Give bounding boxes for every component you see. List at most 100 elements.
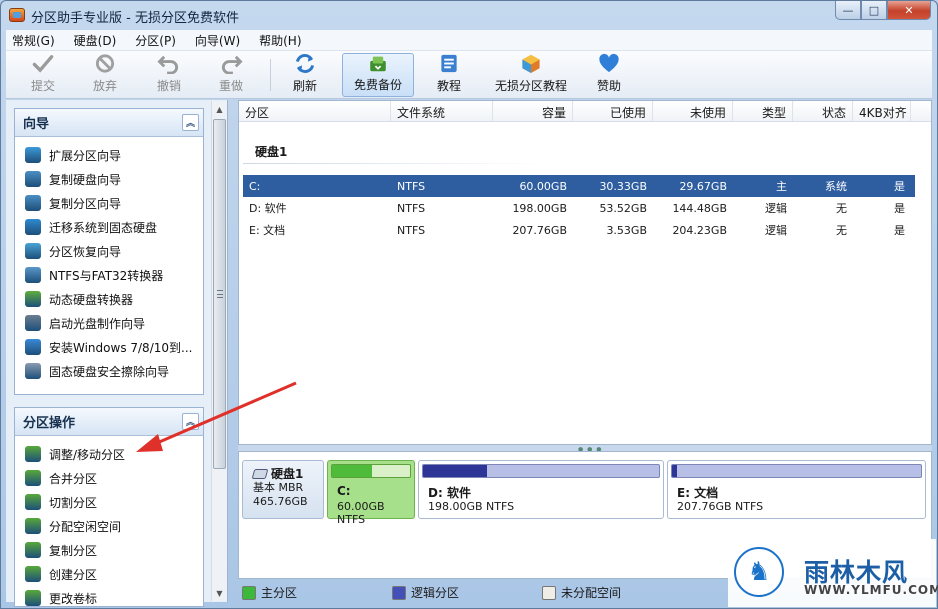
nav-item-boot-cd[interactable]: 启动光盘制作向导 — [15, 311, 203, 335]
partition-c-usage-fill — [332, 465, 372, 477]
discard-button[interactable]: 放弃 — [82, 53, 128, 97]
disk-map-partition-c[interactable]: C: 60.00GB NTFS — [327, 460, 415, 526]
cell-align: 是 — [894, 224, 905, 237]
commit-button[interactable]: 提交 — [20, 53, 66, 97]
cell-used: 3.53GB — [606, 223, 647, 237]
nav-item-label: 动态硬盘转换器 — [49, 292, 134, 307]
free-backup-button[interactable]: 免费备份 — [342, 53, 414, 97]
column-capacity[interactable]: 容量 — [493, 101, 573, 121]
wizard-section-header[interactable]: 向导 ︽ — [15, 109, 203, 137]
partition-e-name: E: 文档 — [677, 486, 719, 500]
backup-icon — [370, 56, 386, 72]
column-free[interactable]: 未使用 — [653, 101, 733, 121]
heart-icon — [599, 53, 619, 73]
disk-map-partition-d[interactable]: D: 软件 198.00GB NTFS — [418, 460, 664, 519]
legend-logical: 逻辑分区 — [392, 584, 459, 601]
partition-ops-header[interactable]: 分区操作 ︽ — [15, 408, 203, 436]
nav-item-copy-disk[interactable]: 复制硬盘向导 — [15, 167, 203, 191]
partition-d-info: 198.00GB NTFS — [428, 500, 515, 513]
menu-help[interactable]: 帮助(H) — [259, 32, 301, 49]
minimize-button[interactable]: — — [835, 1, 861, 20]
scroll-down-arrow-icon[interactable]: ▼ — [212, 585, 227, 601]
cell-status: 系统 — [825, 180, 847, 193]
nav-item-merge-partition[interactable]: 合并分区 — [15, 466, 203, 490]
scroll-up-arrow-icon[interactable]: ▲ — [212, 101, 227, 117]
wizard-collapse-button[interactable]: ︽ — [182, 114, 199, 131]
refresh-icon — [295, 54, 315, 73]
disk-group-divider — [243, 163, 551, 164]
partition-ops-section: 分区操作 ︽ 调整/移动分区合并分区切割分区分配空闲空间复制分区 创建分区 更改卷标 — [14, 407, 204, 607]
table-row[interactable]: E: 文档 NTFS 207.76GB 3.53GB 204.23GB 逻辑 无 是 — [243, 219, 915, 241]
nav-item-copy-partition-op[interactable]: 复制分区 — [15, 538, 203, 562]
partition-c-name: C: — [337, 484, 351, 498]
lossless-tutorial-button[interactable]: 无损分区教程 — [486, 53, 576, 97]
app-logo-icon — [9, 8, 25, 22]
partition-recovery-icon — [25, 243, 41, 259]
menu-disk[interactable]: 硬盘(D) — [74, 32, 117, 49]
column-type[interactable]: 类型 — [733, 101, 793, 121]
lossless-tutorial-icon — [522, 54, 540, 74]
title-bar[interactable]: 分区助手专业版 - 无损分区免费软件 — □ ✕ — [1, 1, 937, 29]
nav-item-label: 迁移系统到固态硬盘 — [49, 220, 158, 235]
nav-item-change-label[interactable]: 更改卷标 — [15, 586, 203, 608]
disk-map-partition-e[interactable]: E: 文档 207.76GB NTFS — [667, 460, 926, 519]
cell-free: 204.23GB — [672, 223, 727, 237]
left-panel-scrollbar[interactable]: ▲ ▼ — [211, 101, 227, 601]
menu-wizard[interactable]: 向导(W) — [195, 32, 240, 49]
disk-summary-box[interactable]: 硬盘1 基本 MBR 465.76GB — [242, 460, 324, 519]
nav-item-label: 复制分区向导 — [49, 196, 122, 211]
maximize-button[interactable]: □ — [861, 1, 887, 20]
refresh-button[interactable]: 刷新 — [282, 53, 328, 97]
tutorial-icon — [441, 54, 457, 73]
tutorial-button[interactable]: 教程 — [426, 53, 472, 97]
legend-logical-swatch — [392, 585, 406, 600]
column-used[interactable]: 已使用 — [573, 101, 653, 121]
nav-item-label: 分配空闲空间 — [49, 519, 122, 534]
partition-ops-collapse-button[interactable]: ︽ — [182, 413, 199, 430]
nav-item-migrate-ssd[interactable]: 迁移系统到固态硬盘 — [15, 215, 203, 239]
column-status[interactable]: 状态 — [793, 101, 853, 121]
menu-general[interactable]: 常规(G) — [12, 32, 55, 49]
nav-item-label: 扩展分区向导 — [49, 148, 122, 163]
cell-partition: E: 文档 — [249, 224, 286, 237]
redo-icon — [221, 55, 243, 74]
table-row[interactable]: C: NTFS 60.00GB 30.33GB 29.67GB 主 系统 是 — [243, 175, 915, 197]
nav-item-ssd-erase[interactable]: 固态硬盘安全擦除向导 — [15, 359, 203, 383]
redo-button[interactable]: 重做 — [208, 53, 254, 97]
nav-item-resize-move[interactable]: 调整/移动分区 — [15, 442, 203, 466]
nav-item-allocate-space[interactable]: 分配空闲空间 — [15, 514, 203, 538]
cell-capacity: 198.00GB — [512, 201, 567, 215]
dynamic-disk-icon — [25, 291, 41, 307]
disk-summary-name: 硬盘1 — [271, 467, 304, 481]
app-window: 分区助手专业版 - 无损分区免费软件 — □ ✕ 常规(G) 硬盘(D) 分区(… — [0, 0, 938, 609]
nav-item-partition-recovery[interactable]: 分区恢复向导 — [15, 239, 203, 263]
nav-item-split-partition[interactable]: 切割分区 — [15, 490, 203, 514]
wizard-list: 扩展分区向导复制硬盘向导复制分区向导迁移系统到固态硬盘分区恢复向导 NTFS与FA… — [15, 137, 203, 383]
legend-unallocated-label: 未分配空间 — [561, 586, 622, 600]
boot-cd-icon — [25, 315, 41, 331]
nav-item-ntfs-fat32[interactable]: NTFS与FAT32转换器 — [15, 263, 203, 287]
undo-icon — [157, 55, 179, 74]
partition-c-info: 60.00GB NTFS — [337, 500, 385, 526]
table-row[interactable]: D: 软件 NTFS 198.00GB 53.52GB 144.48GB 逻辑 无 是 — [243, 197, 915, 219]
column-filesystem[interactable]: 文件系统 — [391, 101, 493, 121]
nav-item-create-partition[interactable]: 创建分区 — [15, 562, 203, 586]
nav-item-copy-partition[interactable]: 复制分区向导 — [15, 191, 203, 215]
donate-button[interactable]: 赞助 — [586, 53, 632, 97]
undo-button[interactable]: 撤销 — [146, 53, 192, 97]
nav-item-extend-partition[interactable]: 扩展分区向导 — [15, 143, 203, 167]
menu-partition[interactable]: 分区(P) — [135, 32, 176, 49]
nav-item-dynamic-disk[interactable]: 动态硬盘转换器 — [15, 287, 203, 311]
cell-type: 逻辑 — [765, 202, 787, 215]
nav-item-label: 固态硬盘安全擦除向导 — [49, 364, 170, 379]
legend-primary: 主分区 — [242, 584, 297, 601]
column-partition[interactable]: 分区 — [239, 101, 391, 121]
nav-item-windows-install[interactable]: 安装Windows 7/8/10到... — [15, 335, 203, 359]
nav-item-label: 合并分区 — [49, 471, 98, 486]
scrollbar-thumb[interactable] — [213, 119, 226, 469]
close-button[interactable]: ✕ — [887, 1, 931, 20]
column-4k-align[interactable]: 4KB对齐 — [853, 101, 911, 121]
legend-unallocated: 未分配空间 — [542, 584, 621, 601]
ssd-erase-icon — [25, 363, 41, 379]
partition-e-info: 207.76GB NTFS — [677, 500, 764, 513]
